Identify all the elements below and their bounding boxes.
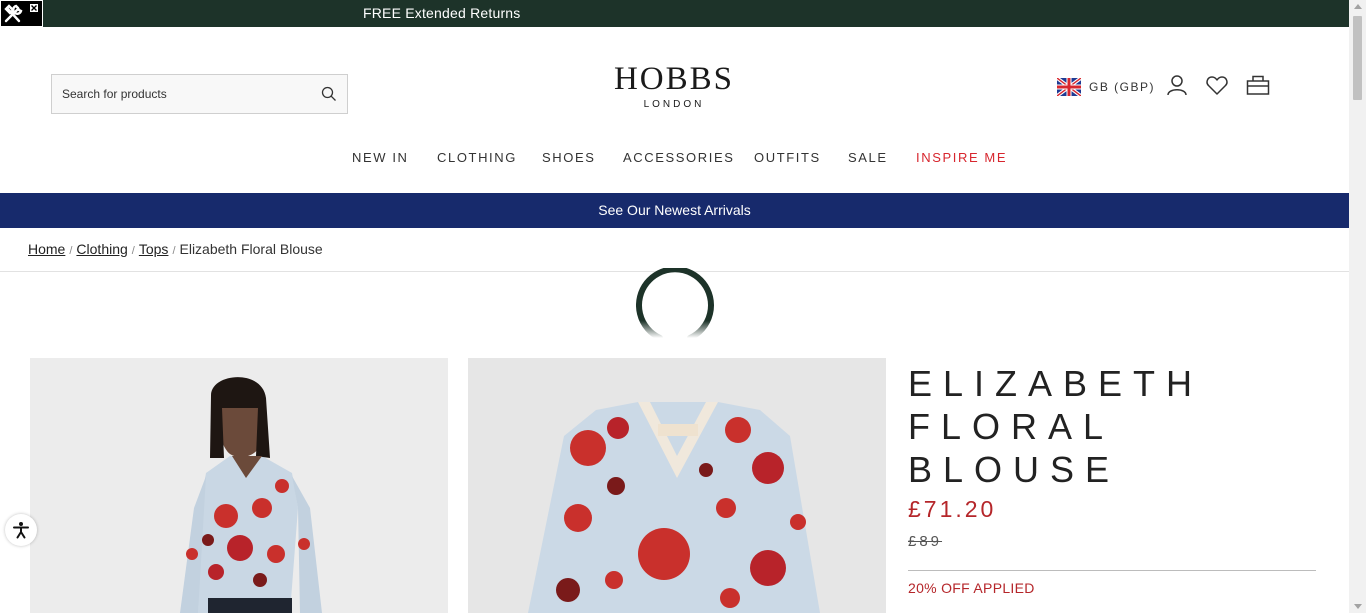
- scroll-up-icon[interactable]: [1354, 4, 1362, 9]
- scrollbar-thumb[interactable]: [1353, 16, 1362, 100]
- product-image-model[interactable]: [30, 358, 448, 613]
- product-title-line: FLORAL: [908, 406, 1115, 447]
- breadcrumb-separator: /: [172, 245, 176, 257]
- breadcrumb-home[interactable]: Home: [28, 241, 65, 257]
- sale-price: £71.20: [908, 496, 997, 522]
- search-box: [51, 74, 348, 114]
- discount-label: 20% OFF APPLIED: [908, 580, 1035, 596]
- region-label: GB (GBP): [1089, 80, 1156, 94]
- breadcrumb-tops[interactable]: Tops: [139, 241, 169, 257]
- accessibility-tools-button[interactable]: [0, 0, 43, 27]
- logo-name: HOBBS: [613, 61, 735, 97]
- promo-text[interactable]: FREE Extended Returns: [363, 5, 521, 21]
- nav-item-shoes[interactable]: SHOES: [542, 150, 596, 165]
- product-title-line: ELIZABETH: [908, 363, 1204, 404]
- price-divider: [908, 570, 1316, 571]
- nav-item-clothing[interactable]: CLOTHING: [437, 150, 517, 165]
- loading-spinner-icon: [636, 266, 716, 353]
- region-selector[interactable]: GB (GBP): [1057, 77, 1155, 97]
- logo-subtitle: LONDON: [643, 99, 705, 110]
- nav-item-accessories[interactable]: ACCESSORIES: [623, 150, 735, 165]
- promo-bar: FREE Extended Returns: [0, 0, 1349, 27]
- tools-icon: [4, 4, 38, 23]
- main-nav: NEW IN CLOTHING SHOES ACCESSORIES OUTFIT…: [0, 150, 1349, 168]
- search-icon[interactable]: [321, 86, 337, 107]
- accessibility-icon: [13, 522, 29, 539]
- nav-item-new-in[interactable]: NEW IN: [352, 150, 409, 165]
- scroll-down-icon[interactable]: [1354, 604, 1362, 609]
- product-title-line: BLOUSE: [908, 449, 1121, 490]
- product-title: ELIZABETH FLORAL BLOUSE: [908, 362, 1328, 491]
- product-image-flatlay[interactable]: [468, 358, 886, 613]
- promo-banner[interactable]: See Our Newest Arrivals: [0, 193, 1349, 228]
- bag-icon[interactable]: [1246, 74, 1270, 101]
- nav-item-sale[interactable]: SALE: [848, 150, 888, 165]
- breadcrumb-separator: /: [69, 245, 73, 257]
- uk-flag-icon: [1057, 78, 1081, 96]
- wishlist-icon[interactable]: [1206, 75, 1228, 101]
- account-icon[interactable]: [1166, 74, 1188, 101]
- original-price: £89: [908, 533, 943, 550]
- accessibility-button[interactable]: [5, 514, 37, 546]
- page-scrollbar[interactable]: [1349, 0, 1366, 613]
- breadcrumb-clothing[interactable]: Clothing: [76, 241, 127, 257]
- breadcrumb-current: Elizabeth Floral Blouse: [179, 241, 323, 257]
- model-photo: [30, 358, 448, 613]
- nav-item-outfits[interactable]: OUTFITS: [754, 150, 821, 165]
- blouse-photo: [468, 358, 886, 613]
- banner-text: See Our Newest Arrivals: [598, 202, 751, 218]
- breadcrumb-separator: /: [131, 245, 135, 257]
- breadcrumb: Home / Clothing / Tops / Elizabeth Floral Blou…: [28, 241, 323, 257]
- brand-logo[interactable]: HOBBS LONDON: [600, 62, 748, 110]
- search-input[interactable]: [62, 87, 302, 101]
- nav-item-inspire-me[interactable]: INSPIRE ME: [916, 150, 1007, 165]
